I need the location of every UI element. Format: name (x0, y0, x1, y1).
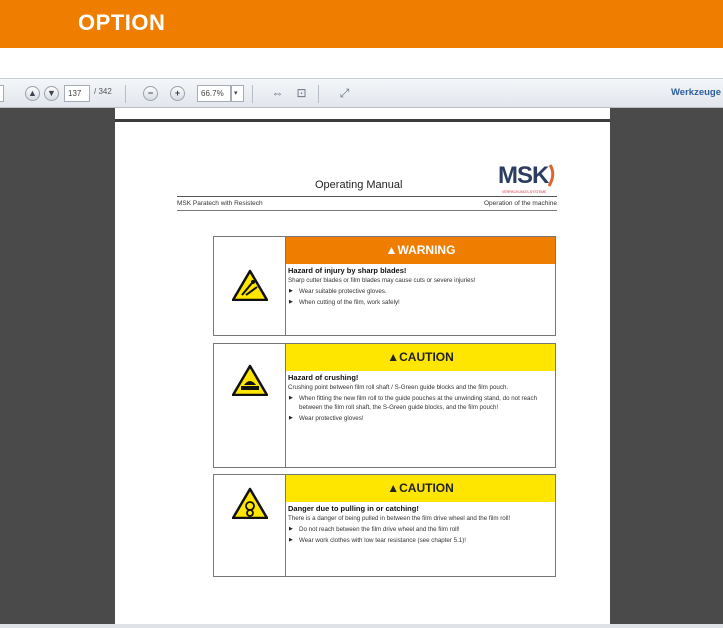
header-rule (177, 210, 557, 211)
toolbar-divider (252, 85, 253, 103)
caution-header: ▲CAUTION (286, 475, 555, 502)
hazard-title: Danger due to pulling in or catching! (288, 504, 419, 513)
caution-sign-icon: ▲ (387, 350, 400, 364)
warning-header: ▲WARNING (286, 237, 555, 264)
fit-page-icon[interactable]: ⊡ (293, 85, 310, 102)
hazard-bullet: Do not reach between the film drive whee… (288, 525, 552, 534)
next-page-icon[interactable]: ▼ (44, 86, 59, 101)
document-title: Operating Manual (315, 179, 403, 191)
severity-label: CAUTION (399, 481, 454, 495)
logo-swoosh-icon (547, 164, 555, 187)
previous-page-edge (115, 108, 610, 122)
tools-menu[interactable]: Werkzeuge (671, 87, 721, 98)
warning-sign-icon: ▲ (385, 243, 398, 257)
hazard-bullet: Wear work clothes with low tear resistan… (288, 536, 552, 545)
fullscreen-icon[interactable]: ⤢ (336, 85, 353, 102)
hazard-bullet: When fitting the new film roll to the gu… (288, 394, 552, 412)
hazard-bullet: Wear protective gloves! (288, 414, 552, 423)
crushing-hazard-icon (232, 364, 268, 396)
hazard-bullet: Wear suitable protective gloves. (288, 287, 552, 296)
caution-box: ▲CAUTION Hazard of crushing! Crushing po… (213, 343, 556, 468)
logo-subtitle: VERPACKUNGS-SYSTEME (502, 190, 547, 194)
hazard-body: Hazard of crushing! Crushing point betwe… (288, 373, 552, 423)
msk-logo: MSK VERPACKUNGS-SYSTEME (498, 162, 556, 196)
toolbar-divider (318, 85, 319, 103)
pdf-toolbar: ▲ ▼ 137 / 342 − + 66.7% ▾ ⇔ ⊡ ⤢ Werkzeug… (0, 78, 723, 108)
hazard-icon-cell (214, 344, 286, 467)
document-page: Operating Manual MSK VERPACKUNGS-SYSTEME… (115, 108, 610, 624)
severity-label: WARNING (397, 243, 456, 257)
page-number-input[interactable]: 137 (64, 85, 90, 102)
zoom-dropdown-icon[interactable]: ▾ (231, 85, 244, 102)
severity-label: CAUTION (399, 350, 454, 364)
sharp-blade-warning-icon (232, 269, 268, 301)
page-total: / 342 (94, 87, 112, 96)
pull-in-hazard-icon (232, 487, 268, 519)
caution-sign-icon: ▲ (387, 481, 400, 495)
viewer-bottom-strip (0, 624, 723, 628)
warning-box: ▲WARNING Hazard of injury by sharp blade… (213, 236, 556, 336)
hazard-bullet: When cutting of the film, work safely! (288, 298, 552, 307)
toolbar-edge (0, 85, 4, 102)
option-banner: OPTION (0, 0, 723, 48)
hazard-text: There is a danger of being pulled in bet… (288, 515, 511, 522)
fit-width-icon[interactable]: ⇔ (269, 85, 286, 102)
hazard-text: Sharp cutter blades or film blades may c… (288, 277, 476, 284)
caution-box: ▲CAUTION Danger due to pulling in or cat… (213, 474, 556, 577)
hazard-title: Hazard of injury by sharp blades! (288, 266, 407, 275)
zoom-out-icon[interactable]: − (143, 86, 158, 101)
toolbar-divider (125, 85, 126, 103)
header-left-text: MSK Paratech with Resistech (177, 200, 263, 207)
zoom-level-input[interactable]: 66.7% (197, 85, 231, 102)
banner-title: OPTION (78, 10, 166, 35)
hazard-text: Crushing point between film roll shaft /… (288, 384, 509, 391)
caution-header: ▲CAUTION (286, 344, 555, 371)
hazard-body: Danger due to pulling in or catching! Th… (288, 504, 552, 545)
header-right-text: Operation of the machine (484, 200, 557, 207)
hazard-icon-cell (214, 475, 286, 576)
hazard-body: Hazard of injury by sharp blades! Sharp … (288, 266, 552, 307)
header-rule (177, 196, 557, 197)
previous-page-icon[interactable]: ▲ (25, 86, 40, 101)
hazard-title: Hazard of crushing! (288, 373, 359, 382)
hazard-icon-cell (214, 237, 286, 335)
zoom-in-icon[interactable]: + (170, 86, 185, 101)
spacer (0, 48, 723, 78)
